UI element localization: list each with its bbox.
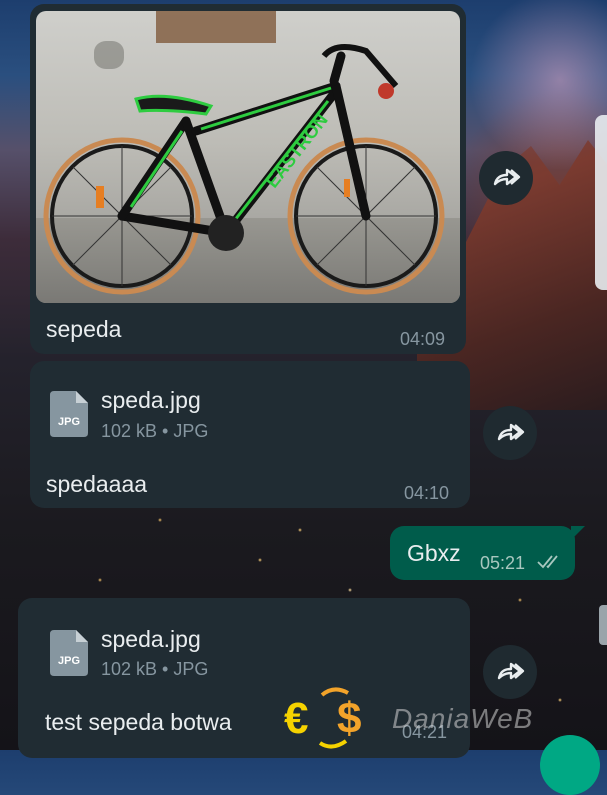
svg-text:€: € (284, 694, 308, 743)
scroll-indicator[interactable] (599, 605, 607, 645)
svg-text:JPG: JPG (58, 655, 80, 667)
document-message-bubble[interactable]: JPG speda.jpg 102 kB • JPG spedaaaa 04:1… (30, 361, 470, 508)
message-text: Gbxz (407, 540, 461, 566)
watermark-logo: € $ (284, 687, 361, 749)
jpg-file-icon: JPG (50, 391, 88, 437)
message-time: 05:21 (480, 553, 526, 573)
side-panel-edge (595, 115, 607, 290)
file-name[interactable]: speda.jpg (101, 626, 201, 653)
message-time: 04:10 (404, 483, 450, 503)
jpg-file-icon: JPG (50, 630, 88, 676)
forward-icon (493, 168, 521, 186)
forward-icon (497, 662, 525, 680)
bicycle-illustration: EASTRON (43, 44, 445, 295)
outgoing-message-bubble[interactable]: Gbxz 05:21 (390, 526, 585, 580)
scroll-down-button[interactable] (540, 735, 600, 795)
forward-button[interactable] (479, 151, 533, 205)
message-caption: test sepeda botwa (45, 709, 232, 735)
svg-text:$: $ (337, 694, 361, 743)
message-caption: sepeda (46, 316, 122, 342)
message-time: 04:09 (400, 329, 446, 349)
file-meta: 102 kB • JPG (101, 421, 209, 441)
svg-text:JPG: JPG (58, 416, 80, 428)
double-check-icon (537, 555, 558, 569)
message-caption: spedaaaa (46, 471, 148, 497)
file-meta: 102 kB • JPG (101, 659, 209, 679)
forward-button[interactable] (483, 406, 537, 460)
forward-icon (497, 423, 525, 441)
file-name[interactable]: speda.jpg (101, 387, 201, 414)
watermark-text: DaniaWeB (392, 703, 534, 734)
bicycle-photo[interactable]: EASTRON (36, 11, 460, 303)
image-message-bubble[interactable]: EASTRON sepeda 04:09 (30, 4, 466, 354)
